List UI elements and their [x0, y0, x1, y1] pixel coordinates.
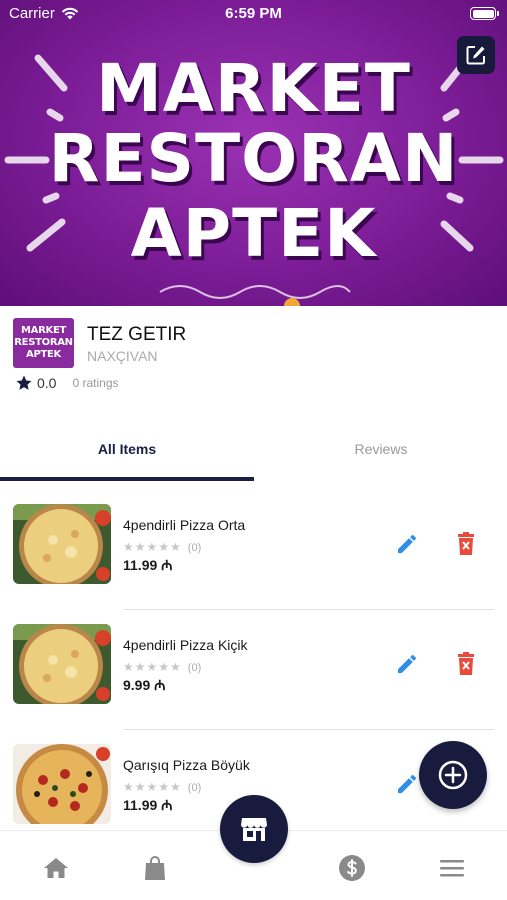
trash-icon: [458, 532, 474, 555]
item-price: 11.99 ₼: [123, 557, 173, 573]
item-image: [13, 744, 111, 824]
banner-line-2: RESTORAN: [48, 120, 459, 197]
trash-icon: [458, 652, 474, 675]
logo-line-3: APTEK: [26, 349, 61, 360]
plus-circle-icon: [438, 760, 468, 790]
pencil-icon: [398, 535, 416, 553]
edit-item-button[interactable]: [393, 530, 421, 558]
pencil-icon: [398, 775, 416, 793]
store-header: MARKET RESTORAN APTEK TEZ GETIR NAXÇIVAN…: [13, 318, 493, 398]
item-price: 11.99 ₼: [123, 797, 173, 813]
clock: 6:59 PM: [225, 5, 282, 22]
status-bar: Carrier 6:59 PM: [0, 0, 507, 28]
dollar-icon: [339, 855, 365, 881]
star-rating: ★★★★★: [123, 780, 182, 794]
item-price: 9.99 ₼: [123, 677, 166, 693]
store-name: TEZ GETIR: [87, 324, 187, 345]
banner-line-1: MARKET: [96, 50, 411, 127]
store-icon: [241, 818, 267, 841]
item-rating-count: (0): [187, 782, 202, 794]
item-image: [13, 504, 111, 584]
nav-orders[interactable]: [140, 853, 170, 883]
shopping-bag-icon: [145, 856, 165, 880]
store-banner: MARKET RESTORAN APTEK: [0, 0, 507, 306]
star-rating: ★★★★★: [123, 660, 182, 674]
store-city: NAXÇIVAN: [87, 348, 158, 364]
nav-earnings[interactable]: [337, 853, 367, 883]
delete-item-button[interactable]: [452, 650, 480, 678]
edit-item-button[interactable]: [393, 770, 421, 798]
item-rating-count: (0): [187, 662, 202, 674]
item-image: [13, 624, 111, 704]
star-icon: [16, 375, 32, 390]
nav-home[interactable]: [41, 853, 71, 883]
list-item[interactable]: 4pendirli Pizza Kiçik ★★★★★ (0) 9.99 ₼: [0, 610, 507, 730]
item-stars: ★★★★★ (0): [123, 780, 201, 794]
menu-icon: [440, 860, 464, 877]
store-logo: MARKET RESTORAN APTEK: [13, 318, 74, 368]
item-name: Qarışıq Pizza Böyük: [123, 757, 250, 773]
edit-square-icon: [466, 46, 485, 65]
home-icon: [44, 858, 68, 878]
nav-menu[interactable]: [437, 853, 467, 883]
tab-all-items[interactable]: All Items: [0, 425, 254, 481]
ratings-count: 0 ratings: [72, 376, 119, 390]
pencil-icon: [398, 655, 416, 673]
add-item-button[interactable]: [419, 741, 487, 809]
active-tab-indicator: [0, 477, 254, 481]
item-name: 4pendirli Pizza Orta: [123, 517, 246, 533]
item-stars: ★★★★★ (0): [123, 660, 201, 674]
logo-line-1: MARKET: [21, 325, 66, 336]
list-item[interactable]: 4pendirli Pizza Orta ★★★★★ (0) 11.99 ₼: [0, 490, 507, 610]
tab-reviews[interactable]: Reviews: [254, 425, 507, 481]
nav-store-button[interactable]: [220, 795, 288, 863]
delete-item-button[interactable]: [452, 530, 480, 558]
store-rating: 0.0 0 ratings: [15, 374, 119, 392]
logo-line-2: RESTORAN: [14, 337, 73, 348]
battery-icon: [470, 7, 499, 20]
edit-banner-button[interactable]: [457, 36, 495, 74]
item-stars: ★★★★★ (0): [123, 540, 201, 554]
rating-value: 0.0: [37, 375, 57, 391]
star-rating: ★★★★★: [123, 540, 182, 554]
tab-bar: All Items Reviews: [0, 425, 507, 481]
item-rating-count: (0): [187, 542, 202, 554]
edit-item-button[interactable]: [393, 650, 421, 678]
item-name: 4pendirli Pizza Kiçik: [123, 637, 248, 653]
banner-line-3: APTEK: [130, 195, 377, 272]
